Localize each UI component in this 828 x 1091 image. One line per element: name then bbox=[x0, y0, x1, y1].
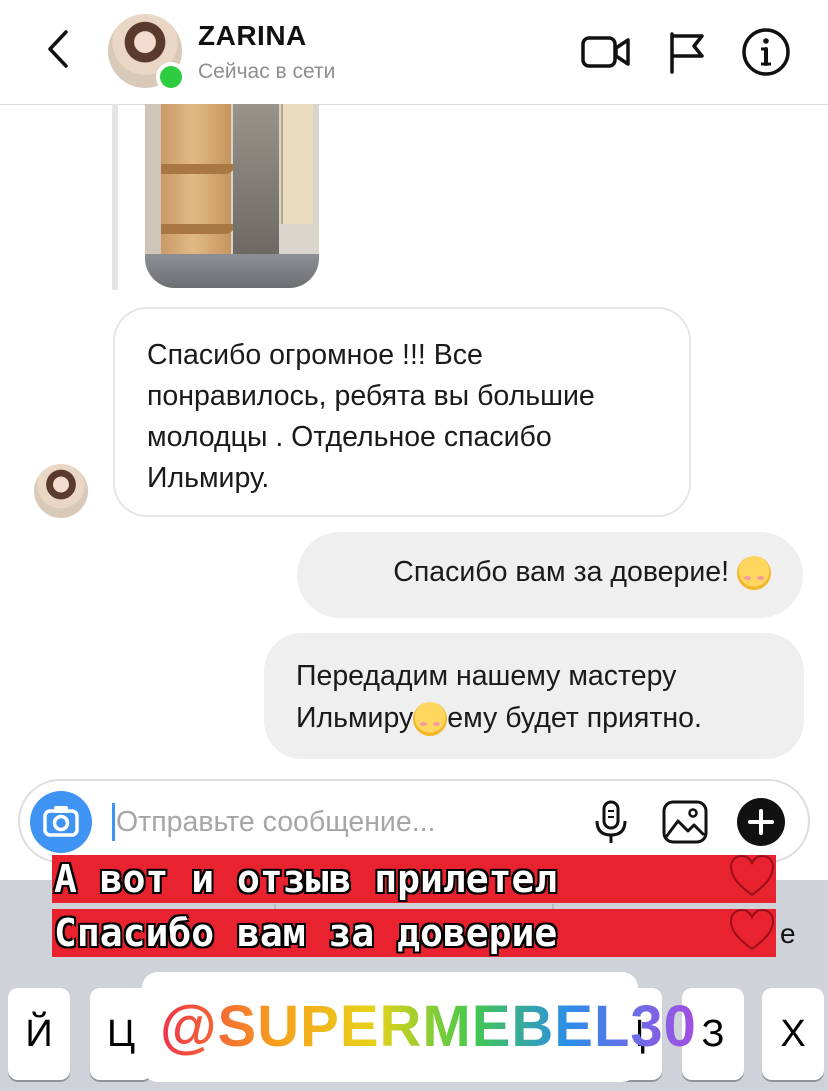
suggestion-text[interactable]: е bbox=[780, 918, 796, 950]
info-icon[interactable] bbox=[740, 26, 792, 78]
photo-shelf bbox=[161, 224, 235, 234]
mention-sticker-text[interactable]: @SUPERMEBEL30 bbox=[160, 992, 697, 1062]
smiling-face-emoji-icon bbox=[737, 556, 771, 591]
back-arrow-icon[interactable] bbox=[38, 24, 78, 74]
photo-floor bbox=[145, 254, 319, 288]
red-heart-icon bbox=[729, 854, 775, 897]
incoming-message-text: Спасибо огромное !!! Все понравилось, ре… bbox=[147, 339, 595, 494]
key[interactable]: Й bbox=[8, 988, 70, 1080]
contact-name[interactable]: ZARINA bbox=[198, 20, 307, 52]
video-call-icon[interactable] bbox=[580, 26, 632, 78]
key[interactable]: Х bbox=[762, 988, 824, 1080]
incoming-message[interactable]: Спасибо огромное !!! Все понравилось, ре… bbox=[113, 307, 691, 517]
reply-line bbox=[112, 104, 118, 290]
sender-avatar[interactable] bbox=[34, 464, 88, 518]
outgoing-message[interactable]: Передадим нашему мастеру Ильмиру ему буде… bbox=[264, 633, 804, 759]
message-input[interactable] bbox=[116, 801, 556, 843]
microphone-icon[interactable] bbox=[586, 797, 636, 847]
caption-line-1: А вот и отзыв прилетел bbox=[54, 857, 558, 901]
red-heart-icon bbox=[729, 908, 775, 951]
message-composer bbox=[18, 779, 810, 863]
outgoing-message[interactable]: Спасибо вам за доверие! bbox=[297, 532, 803, 618]
smiling-face-emoji-icon bbox=[413, 702, 448, 737]
camera-icon bbox=[43, 806, 79, 837]
photo-mirror bbox=[233, 104, 279, 254]
camera-button[interactable] bbox=[30, 791, 92, 853]
flag-icon[interactable] bbox=[660, 26, 712, 78]
plus-icon[interactable] bbox=[736, 797, 786, 847]
chat-header: ZARINA Сейчас в сети bbox=[0, 0, 828, 105]
photo-door bbox=[281, 104, 313, 224]
photo-shelf bbox=[161, 164, 235, 174]
gallery-icon[interactable] bbox=[660, 797, 710, 847]
shared-photo[interactable] bbox=[145, 104, 319, 288]
online-indicator bbox=[156, 62, 186, 92]
outgoing-message-text: ему будет приятно. bbox=[447, 702, 702, 734]
contact-status: Сейчас в сети bbox=[198, 60, 336, 83]
text-caret bbox=[112, 803, 115, 841]
caption-line-2: Спасибо вам за доверие bbox=[54, 911, 558, 955]
outgoing-message-text: Спасибо вам за доверие! bbox=[393, 556, 730, 588]
